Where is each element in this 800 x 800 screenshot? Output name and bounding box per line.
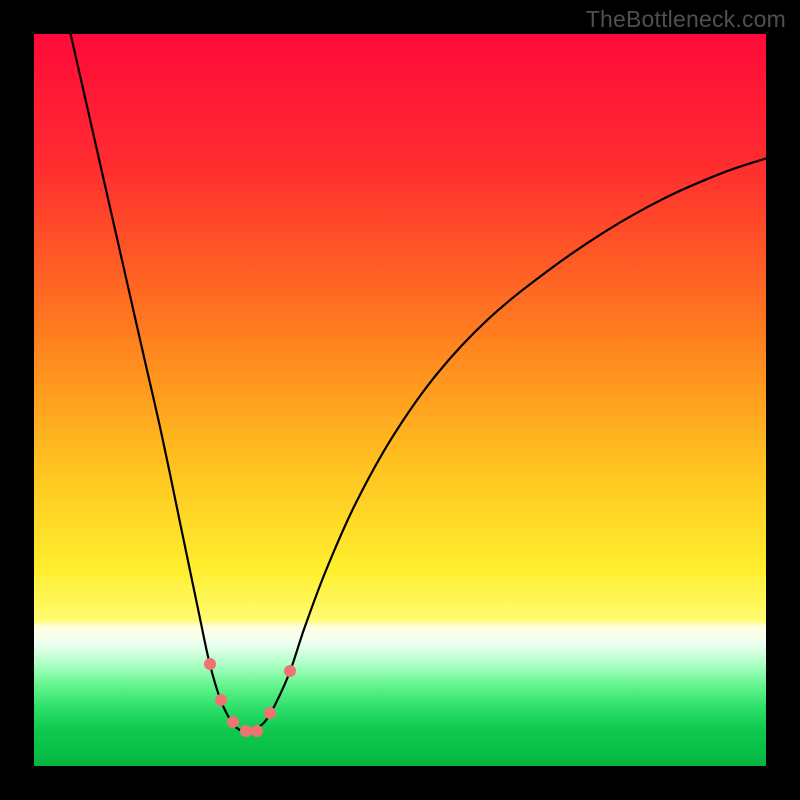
highlight-marker: [264, 707, 276, 719]
watermark-text: TheBottleneck.com: [586, 6, 786, 33]
markers-layer: [34, 34, 766, 766]
highlight-marker: [204, 658, 216, 670]
highlight-marker: [240, 725, 252, 737]
highlight-marker: [215, 694, 227, 706]
highlight-marker: [251, 725, 263, 737]
highlight-marker: [284, 665, 296, 677]
plot-area: [34, 34, 766, 766]
highlight-marker: [227, 716, 239, 728]
chart-root: TheBottleneck.com: [0, 0, 800, 800]
